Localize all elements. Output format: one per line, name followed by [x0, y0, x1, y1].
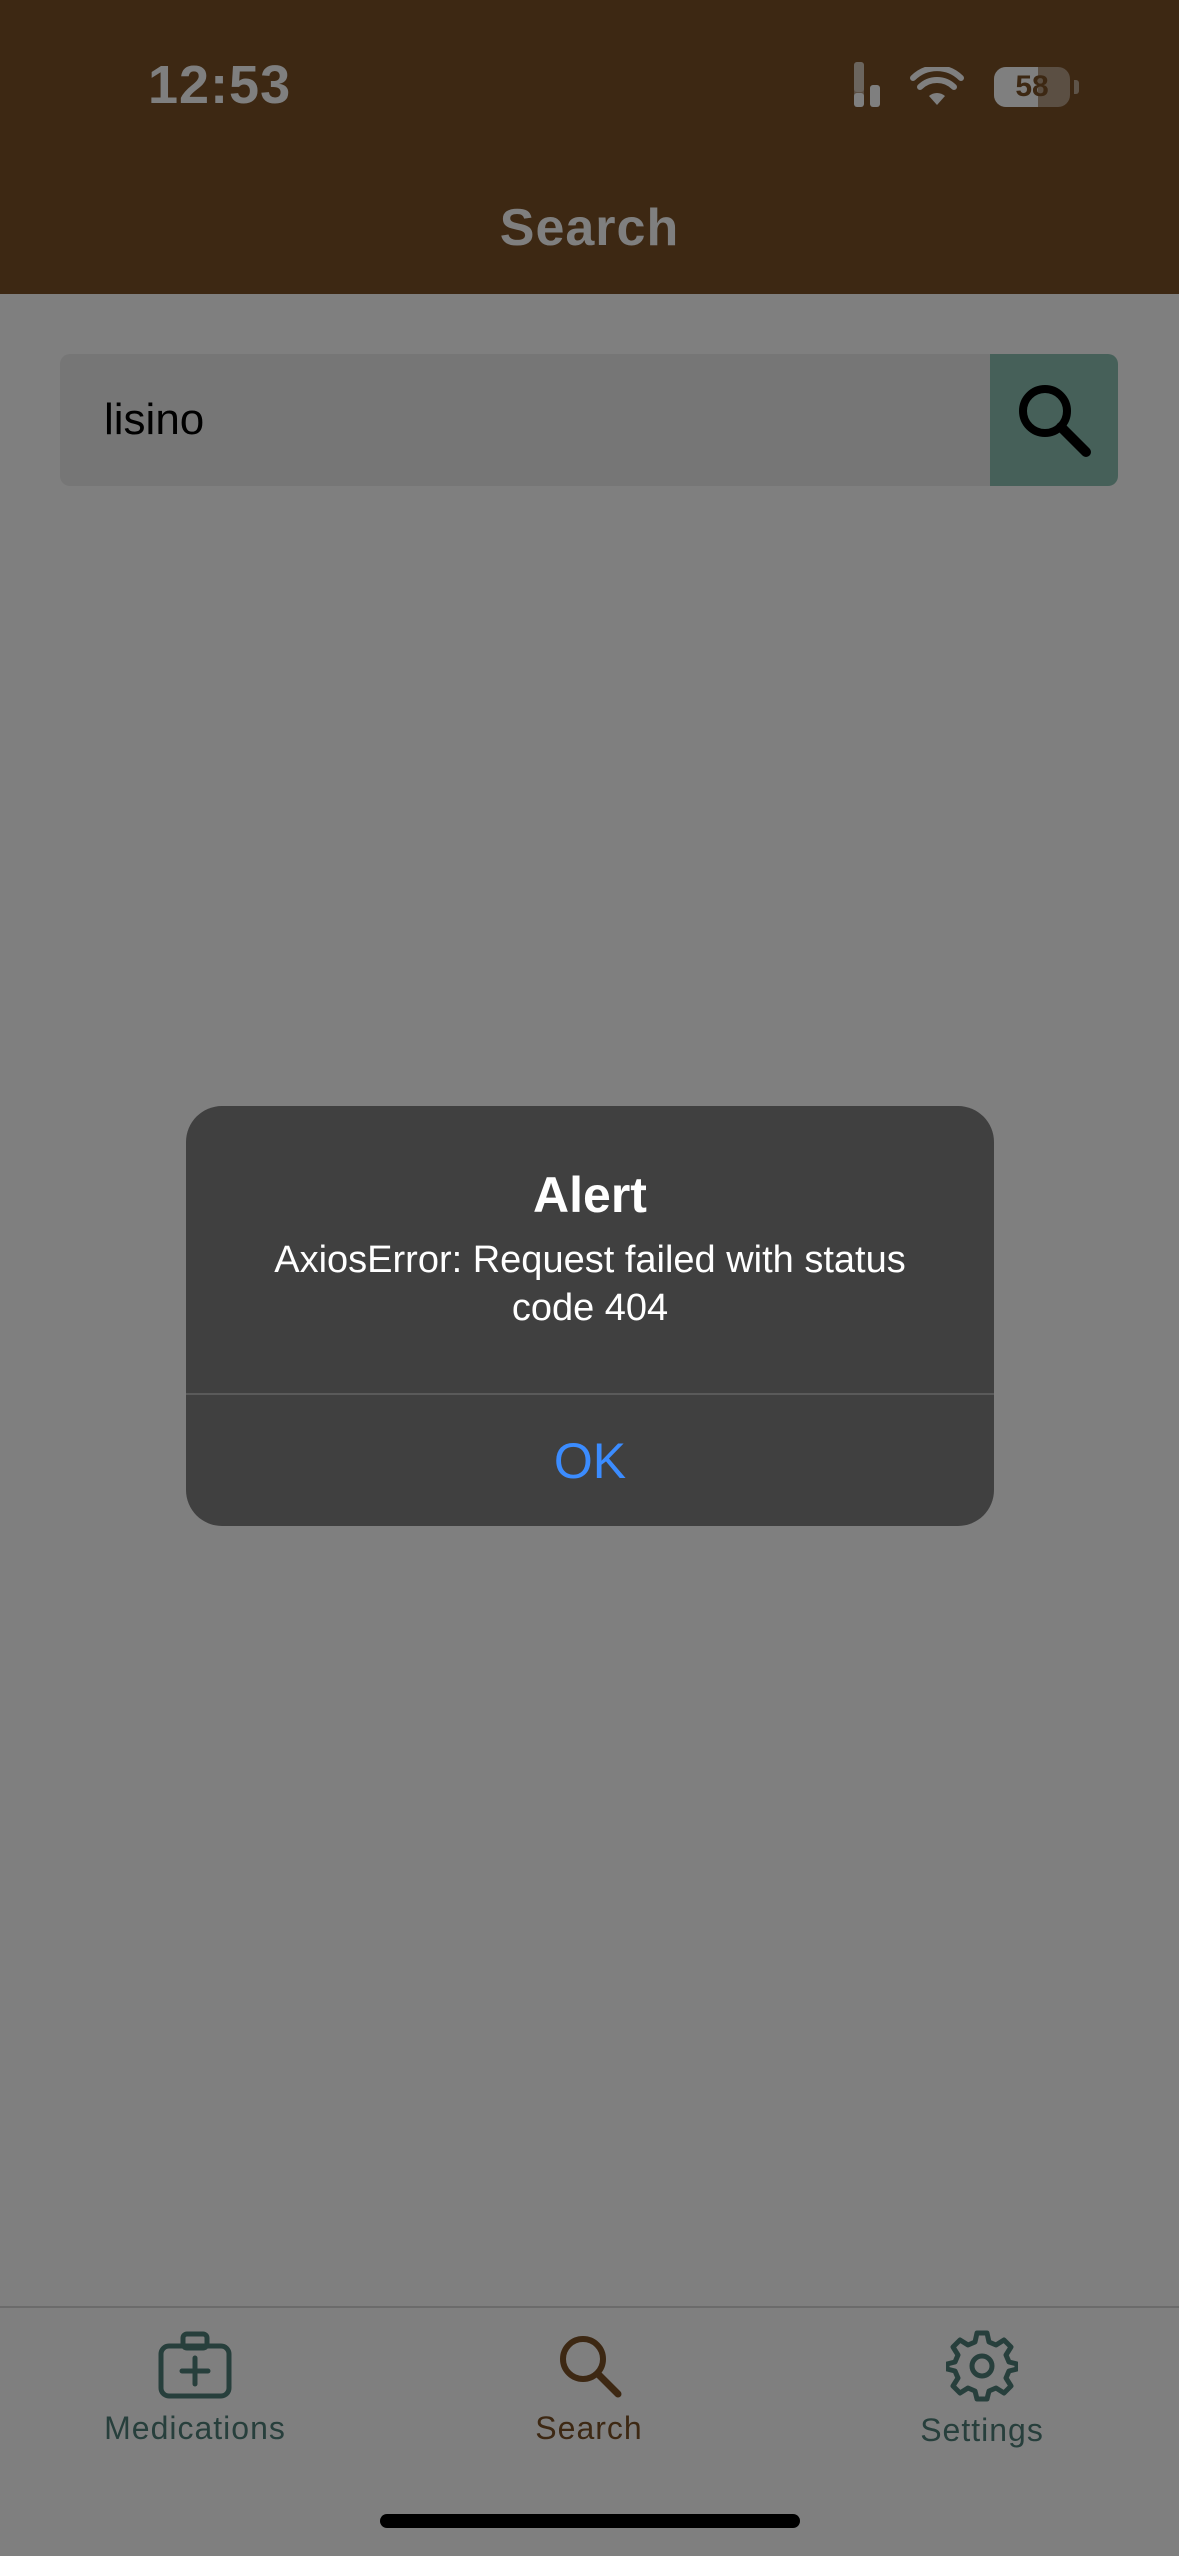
alert-title: Alert — [533, 1167, 647, 1223]
alert-message: AxiosError: Request failed with status c… — [274, 1239, 906, 1329]
alert-ok-button[interactable]: OK — [186, 1395, 994, 1526]
alert-dialog: Alert AxiosError: Request failed with st… — [186, 1106, 994, 1526]
